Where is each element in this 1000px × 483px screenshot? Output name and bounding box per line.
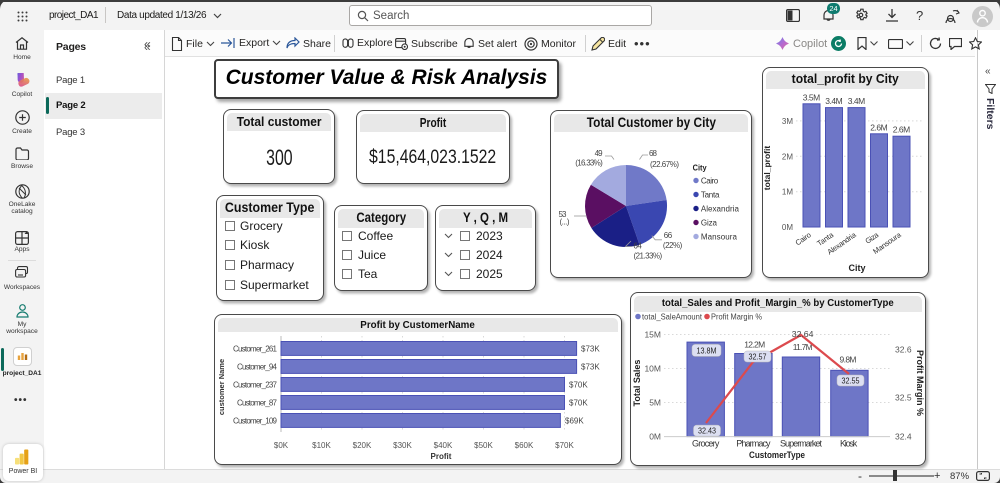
svg-text:Mansoura: Mansoura [701,232,738,241]
svg-text:$70K: $70K [569,381,588,390]
svg-text:total_SaleAmount: total_SaleAmount [642,312,703,321]
svg-text:Customer_261: Customer_261 [233,345,278,354]
svg-text:customer Name: customer Name [217,359,226,415]
svg-text:(22%): (22%) [663,241,683,250]
svg-text:11.7M: 11.7M [793,342,813,352]
svg-text:Customer_109: Customer_109 [233,417,278,426]
svg-text:2.6M: 2.6M [870,122,888,132]
svg-text:0M: 0M [649,432,661,442]
svg-text:$50K: $50K [474,441,493,450]
svg-text:Profit: Profit [431,452,452,461]
svg-text:CustomerType: CustomerType [749,450,805,461]
svg-text:32.5: 32.5 [895,392,912,402]
svg-text:Tanta: Tanta [701,190,720,199]
svg-text:3.4M: 3.4M [848,96,866,106]
svg-text:3.5M: 3.5M [803,92,821,102]
svg-text:$69K: $69K [565,417,584,426]
svg-text:32.55: 32.55 [842,376,860,386]
svg-text:City: City [693,164,707,173]
svg-text:$60K: $60K [515,441,534,450]
svg-text:Cairo: Cairo [794,230,813,247]
svg-text:(16.33%): (16.33%) [575,158,603,167]
svg-text:2M: 2M [782,152,793,161]
svg-text:32.6: 32.6 [895,345,912,355]
svg-text:3M: 3M [782,117,793,126]
svg-text:3.4M: 3.4M [825,96,843,106]
svg-text:Pharmacy: Pharmacy [736,438,771,448]
svg-text:$73K: $73K [581,345,600,354]
svg-text:49: 49 [595,149,604,158]
svg-text:64: 64 [633,241,642,250]
svg-text:$10K: $10K [312,441,331,450]
svg-text:Profit Margin %: Profit Margin % [915,350,925,416]
svg-text:City: City [848,263,865,273]
svg-text:(21.33%): (21.33%) [633,251,662,260]
svg-text:5M: 5M [649,398,661,408]
svg-text:32.43: 32.43 [698,426,716,436]
svg-text:Cairo: Cairo [701,176,719,185]
svg-text:Supermarket: Supermarket [780,438,822,448]
svg-text:32.64: 32.64 [792,329,814,339]
svg-text:0M: 0M [782,223,793,232]
svg-text:$30K: $30K [393,441,412,450]
svg-text:Kiosk: Kiosk [840,438,858,448]
svg-text:(22.67%): (22.67%) [650,160,679,169]
svg-text:(...): (...) [560,217,570,226]
svg-text:Grocery: Grocery [692,438,720,448]
svg-text:$70K: $70K [569,399,588,408]
svg-text:9.8M: 9.8M [840,355,857,365]
svg-text:Customer_87: Customer_87 [237,399,278,408]
svg-text:Customer_94: Customer_94 [237,363,278,372]
svg-text:Customer_237: Customer_237 [233,381,278,390]
svg-text:total_profit: total_profit [762,146,772,191]
svg-text:$70K: $70K [555,441,574,450]
svg-text:12.2M: 12.2M [744,339,765,349]
svg-text:13.8M: 13.8M [697,345,717,355]
svg-text:$40K: $40K [434,441,453,450]
svg-text:68: 68 [649,149,658,158]
svg-text:1M: 1M [782,188,793,197]
svg-text:Giza: Giza [701,218,718,227]
svg-text:15M: 15M [644,330,661,340]
svg-text:Total Sales: Total Sales [632,360,642,407]
svg-text:32.4: 32.4 [895,432,912,442]
svg-text:32.57: 32.57 [749,352,767,362]
svg-text:2.6M: 2.6M [893,125,911,135]
svg-text:Profit Margin %: Profit Margin % [711,312,762,321]
svg-text:$0K: $0K [274,441,289,450]
svg-text:$20K: $20K [353,441,372,450]
svg-text:Alexandria: Alexandria [701,204,740,213]
svg-text:66: 66 [664,231,673,240]
svg-text:$73K: $73K [581,363,600,372]
svg-text:10M: 10M [644,364,661,374]
